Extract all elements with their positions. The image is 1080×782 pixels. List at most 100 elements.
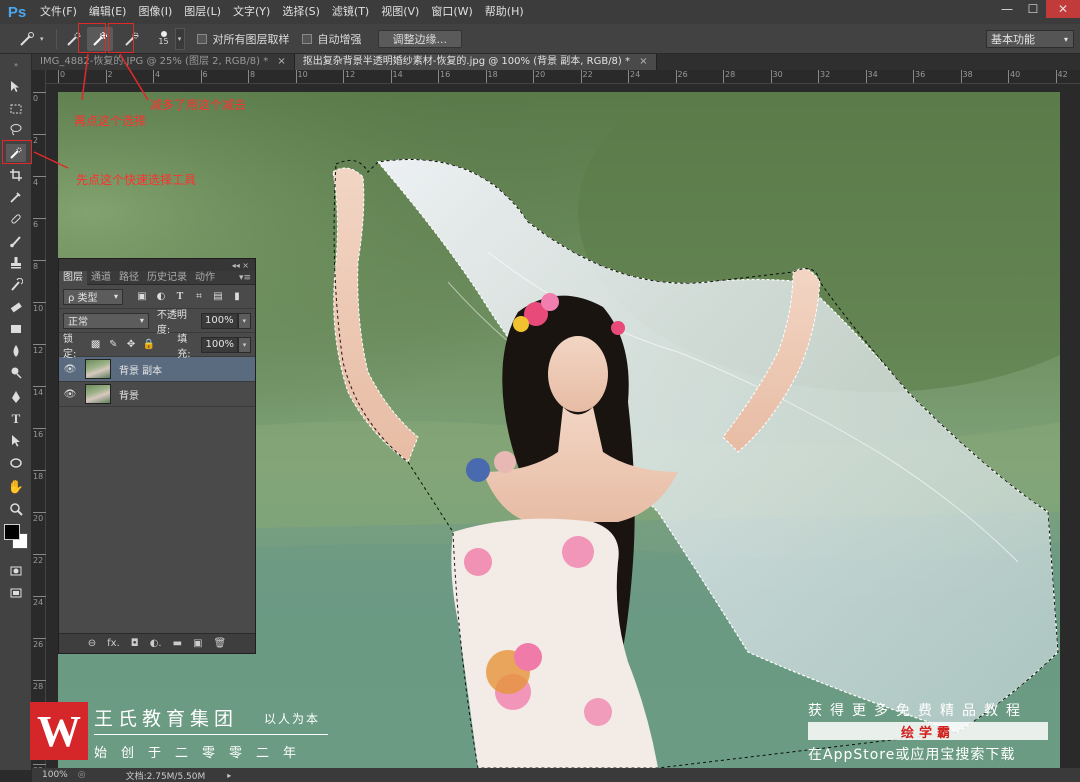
document-tabs: IMG_4882-恢复的.JPG @ 25% (图层 2, RGB/8) * ×… [32, 54, 1080, 70]
crop-icon [10, 169, 22, 181]
new-layer-icon[interactable]: ▣ [193, 638, 202, 649]
fill-field[interactable]: 100% [201, 336, 239, 353]
healing-brush-tool[interactable] [6, 210, 26, 228]
sample-all-layers-checkbox[interactable]: 对所有图层取样 [196, 31, 290, 47]
menu-view[interactable]: 视图(V) [375, 0, 425, 24]
tab-wedding-veil[interactable]: 抠出复杂背景半透明婚纱素材-恢复的.jpg @ 100% (背景 副本, RGB… [294, 54, 657, 70]
menu-filter[interactable]: 滤镜(T) [326, 0, 375, 24]
layer-row[interactable]: 👁 背景 [59, 382, 255, 407]
move-tool[interactable] [6, 78, 26, 96]
menu-layer[interactable]: 图层(L) [178, 0, 227, 24]
smart-object-filter-icon[interactable]: ▤ [211, 290, 225, 304]
shape-filter-icon[interactable]: ⌗ [192, 290, 206, 304]
status-arrow-icon[interactable]: ▸ [227, 771, 231, 780]
quick-mask-tool[interactable] [6, 562, 26, 580]
panel-collapse-icon[interactable]: ◂◂ × [232, 261, 249, 270]
eye-icon[interactable]: 👁 [59, 364, 81, 375]
brush-tool[interactable] [6, 232, 26, 250]
dodge-tool[interactable] [6, 364, 26, 382]
lock-transparent-icon[interactable]: ▩ [89, 338, 102, 352]
tab-channels[interactable]: 通道 [87, 271, 115, 285]
layer-style-icon[interactable]: fx. [107, 638, 120, 649]
crop-tool[interactable] [6, 166, 26, 184]
hand-tool[interactable]: ✋ [6, 478, 26, 496]
pen-icon [12, 391, 20, 403]
filter-toggle-icon[interactable]: ▮ [230, 290, 244, 304]
ruler-tick-label: 40 [1007, 70, 1021, 83]
ruler-tick-label: 26 [33, 638, 46, 649]
blur-tool[interactable] [6, 342, 26, 360]
lock-image-icon[interactable]: ✎ [107, 338, 120, 352]
panel-menu-icon[interactable]: ▾≡ [239, 273, 255, 283]
divider [94, 734, 328, 735]
close-icon[interactable]: ✕ [1046, 0, 1080, 18]
brush-dropdown-icon[interactable]: ▾ [174, 27, 185, 50]
clone-stamp-tool[interactable] [6, 254, 26, 272]
type-tool[interactable]: T [6, 410, 26, 428]
gradient-icon [11, 325, 21, 333]
quick-selection-highlight [2, 140, 32, 164]
lasso-tool[interactable] [6, 120, 26, 138]
tab-actions[interactable]: 动作 [191, 271, 219, 285]
status-info-icon[interactable]: ◎ [78, 770, 86, 780]
layer-row[interactable]: 👁 背景 副本 [59, 357, 255, 382]
pen-tool[interactable] [6, 388, 26, 406]
ruler-tick-label: 6 [33, 218, 46, 229]
adjustment-filter-icon[interactable]: ◐ [154, 290, 168, 304]
adjustment-layer-icon[interactable]: ◐. [150, 638, 162, 649]
ruler-tick-label: 14 [33, 386, 46, 397]
opacity-dropdown-icon[interactable]: ▾ [237, 312, 251, 329]
tab-layers[interactable]: 图层 [59, 270, 87, 285]
auto-enhance-checkbox[interactable]: 自动增强 [301, 31, 362, 47]
eraser-tool[interactable] [6, 298, 26, 316]
menu-edit[interactable]: 编辑(E) [83, 0, 133, 24]
lock-position-icon[interactable]: ✥ [125, 338, 138, 352]
link-layers-icon[interactable]: ⊖ [88, 638, 96, 649]
zoom-level[interactable]: 100% [32, 770, 72, 780]
pixel-filter-icon[interactable]: ▣ [135, 290, 149, 304]
lock-all-icon[interactable]: 🔒 [142, 338, 155, 352]
eyedropper-tool[interactable] [6, 188, 26, 206]
menu-file[interactable]: 文件(F) [34, 0, 83, 24]
menu-select[interactable]: 选择(S) [276, 0, 326, 24]
add-mask-icon[interactable]: ◘ [131, 638, 139, 649]
delete-layer-icon[interactable]: 🗑 [214, 638, 227, 649]
collapse-icon[interactable]: » [6, 56, 26, 74]
zoom-tool[interactable] [6, 500, 26, 518]
marquee-tool[interactable] [6, 100, 26, 118]
new-group-icon[interactable]: ▬ [173, 638, 182, 649]
ruler-tick-label: 22 [33, 554, 46, 565]
kind-filter-select[interactable]: ρ 类型 ▾ [63, 288, 123, 305]
maximize-icon[interactable]: ☐ [1020, 0, 1046, 18]
blend-mode-select[interactable]: 正常 ▾ [63, 312, 149, 329]
type-filter-icon[interactable]: T [173, 290, 187, 304]
brush-size-picker[interactable]: 15 [153, 28, 175, 50]
refine-edge-button[interactable]: 调整边缘... [377, 29, 463, 48]
workspace-select[interactable]: 基本功能 ▾ [986, 30, 1074, 48]
tool-preset-picker[interactable] [14, 27, 40, 51]
minimize-icon[interactable]: — [994, 0, 1020, 18]
close-tab-icon[interactable]: × [639, 56, 647, 67]
shape-tool[interactable] [6, 454, 26, 472]
tab-img4882[interactable]: IMG_4882-恢复的.JPG @ 25% (图层 2, RGB/8) * × [32, 54, 295, 70]
tab-paths[interactable]: 路径 [115, 271, 143, 285]
gradient-tool[interactable] [6, 320, 26, 338]
menu-window[interactable]: 窗口(W) [425, 0, 478, 24]
ruler-tick-label: 10 [295, 70, 308, 83]
menu-help[interactable]: 帮助(H) [479, 0, 530, 24]
color-swatches[interactable] [4, 524, 28, 554]
eye-icon[interactable]: 👁 [59, 389, 81, 400]
tab-history[interactable]: 历史记录 [143, 271, 191, 285]
menu-type[interactable]: 文字(Y) [227, 0, 276, 24]
screen-mode-tool[interactable] [6, 584, 26, 602]
fill-dropdown-icon[interactable]: ▾ [238, 336, 251, 353]
founded-text: 始创于二零零二年 [94, 746, 311, 761]
droplet-icon [13, 345, 19, 357]
ruler-tick-label: 16 [33, 428, 46, 439]
path-selection-tool[interactable] [6, 432, 26, 450]
history-brush-tool[interactable] [6, 276, 26, 294]
close-tab-icon[interactable]: × [277, 56, 285, 67]
path-select-icon [12, 435, 20, 447]
opacity-field[interactable]: 100% [201, 312, 238, 329]
menu-image[interactable]: 图像(I) [132, 0, 178, 24]
